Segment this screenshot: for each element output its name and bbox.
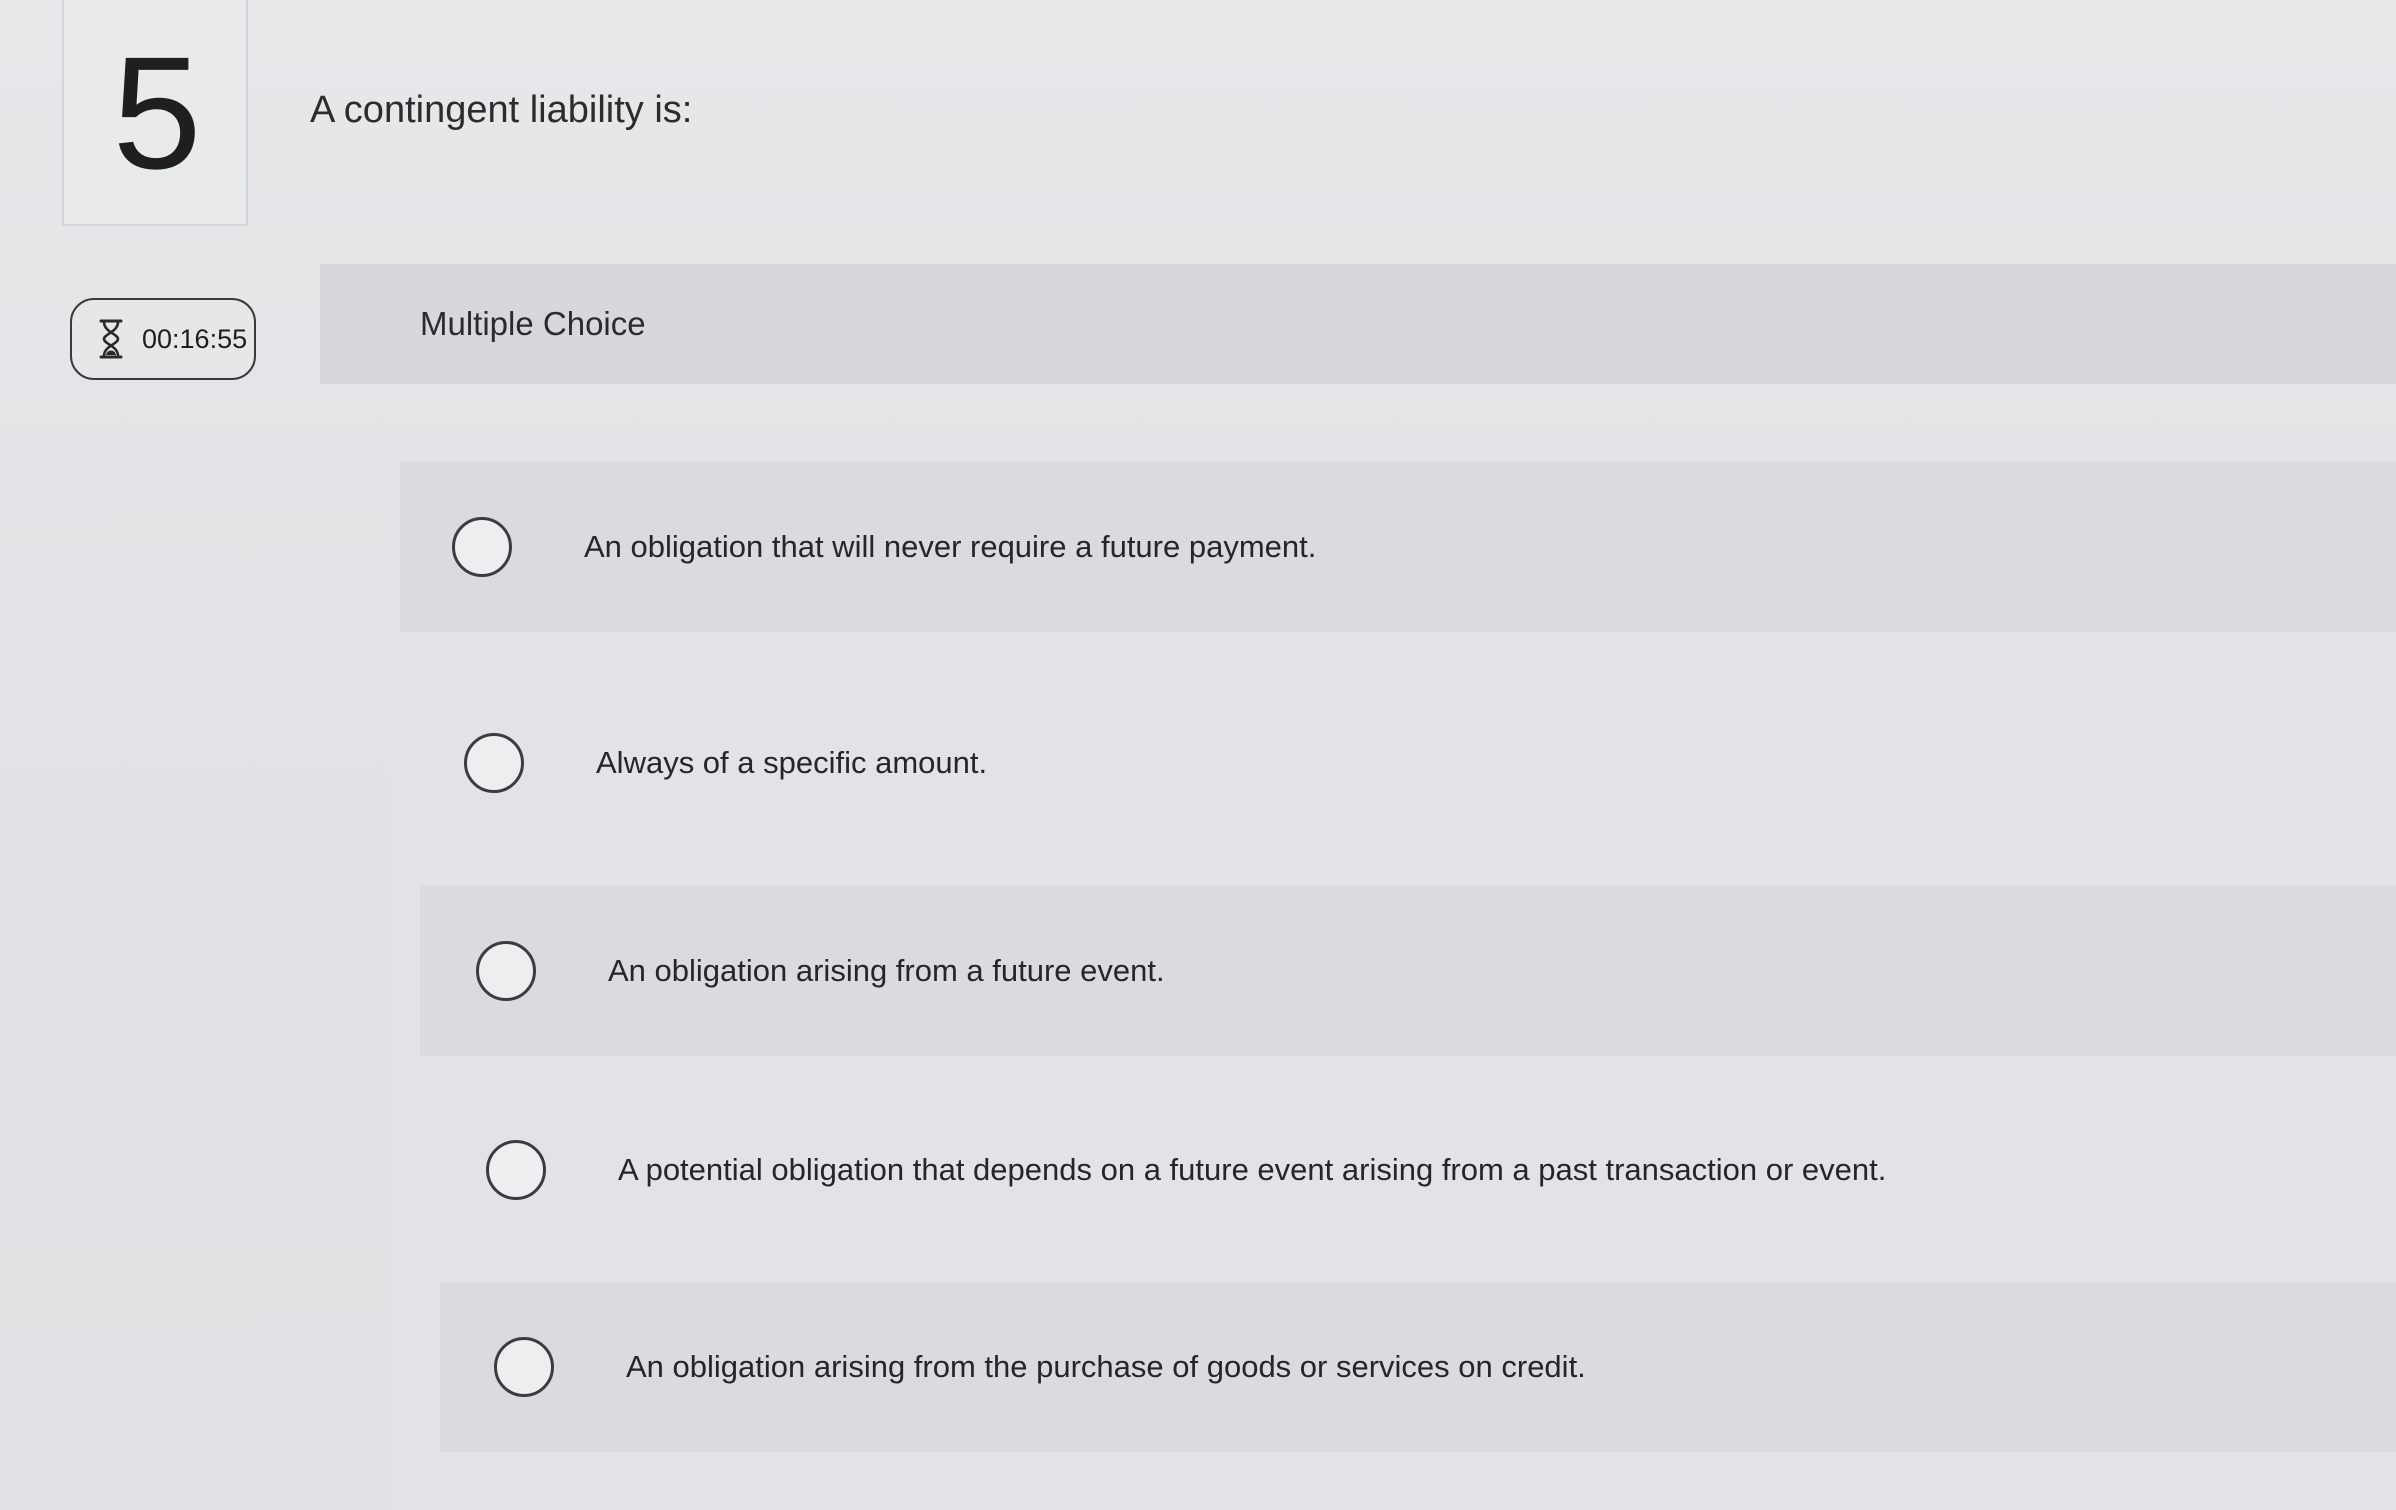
radio-button[interactable]: [486, 1140, 546, 1200]
choice-label: Always of a specific amount.: [596, 745, 988, 780]
question-type-header: Multiple Choice: [320, 264, 2396, 384]
timer-value: 00:16:55: [142, 323, 248, 354]
radio-button[interactable]: [452, 517, 512, 577]
choice-3[interactable]: An obligation arising from a future even…: [420, 886, 2396, 1056]
question-number: 5: [112, 23, 202, 202]
choice-5[interactable]: An obligation arising from the purchase …: [440, 1282, 2396, 1452]
radio-button[interactable]: [464, 733, 524, 793]
question-type-label: Multiple Choice: [420, 305, 646, 342]
radio-button[interactable]: [476, 941, 536, 1001]
question-text: A contingent liability is:: [310, 89, 693, 131]
timer: 00:16:55: [70, 298, 256, 380]
choice-label: An obligation arising from the purchase …: [626, 1349, 1586, 1384]
choice-4[interactable]: A potential obligation that depends on a…: [430, 1085, 2396, 1255]
quiz-page: 5 A contingent liability is: 00:16:55 Mu…: [0, 0, 2396, 1510]
choice-label: An obligation that will never require a …: [584, 529, 1317, 564]
radio-button[interactable]: [494, 1337, 554, 1397]
hourglass-icon: [99, 319, 123, 359]
question-number-box: 5: [62, 0, 248, 226]
choice-1[interactable]: An obligation that will never require a …: [400, 462, 2396, 632]
choice-2[interactable]: Always of a specific amount.: [410, 678, 2396, 848]
choice-label: An obligation arising from a future even…: [608, 953, 1165, 988]
choice-label: A potential obligation that depends on a…: [618, 1152, 1887, 1187]
